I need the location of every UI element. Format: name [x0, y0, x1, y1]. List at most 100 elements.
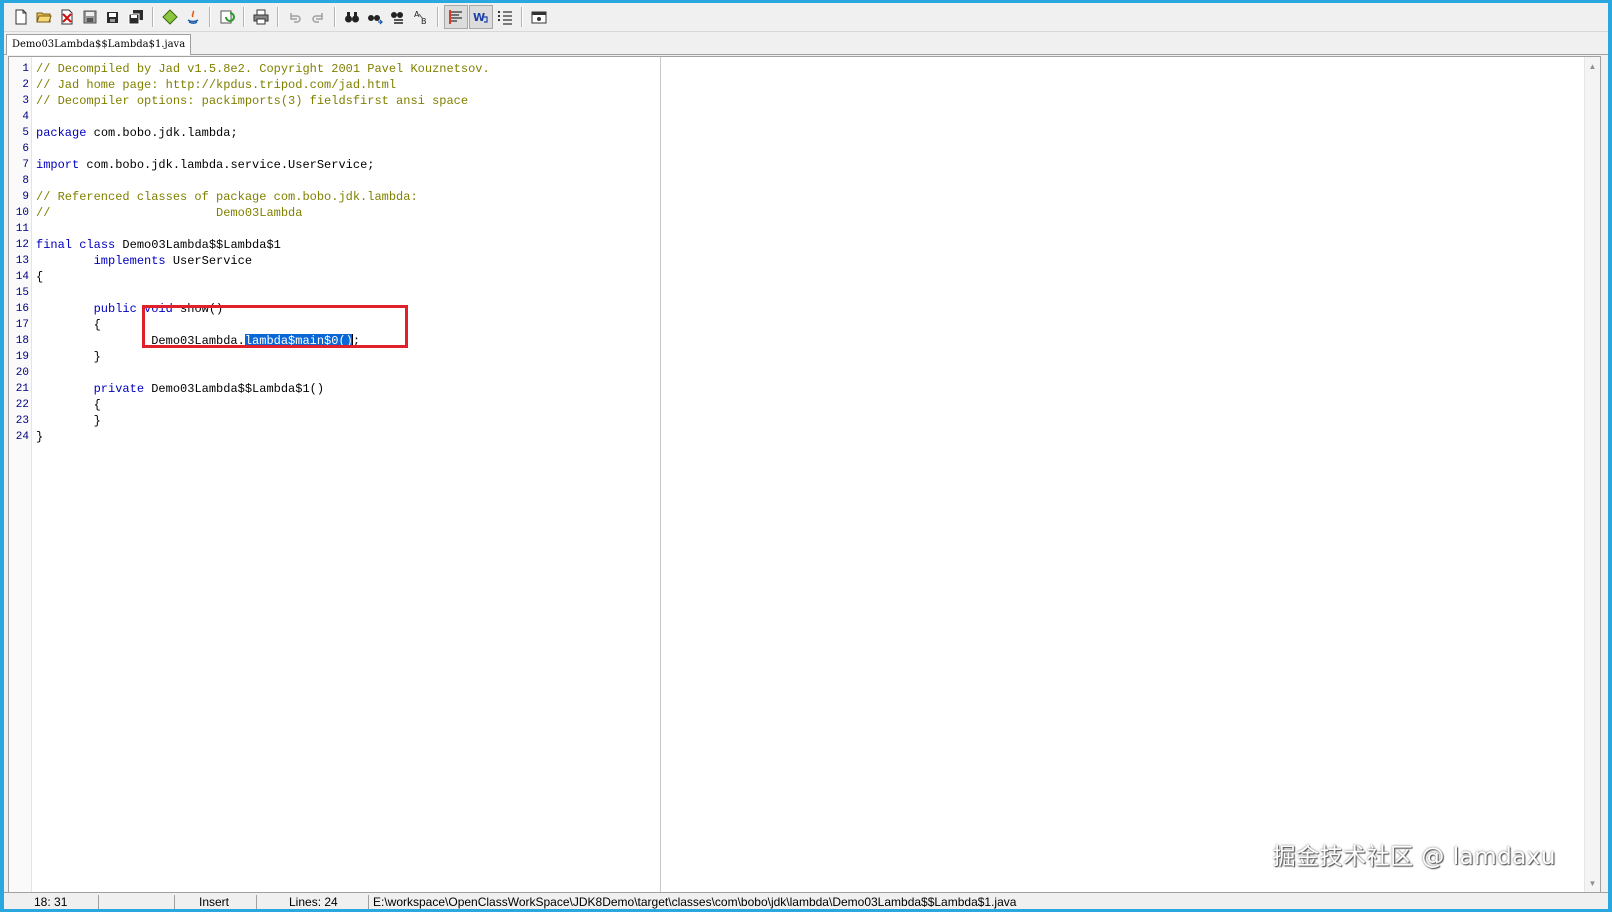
code-text: final class Demo03Lambda$$Lambda$1 [36, 237, 281, 253]
code-text: // Demo03Lambda [36, 205, 302, 221]
code-line[interactable]: 14 { [9, 269, 1600, 285]
line-number: 2 [22, 79, 29, 91]
find-icon[interactable] [341, 6, 363, 28]
code-text: implements UserService [36, 253, 252, 269]
status-mode: Insert [174, 895, 250, 909]
code-line[interactable]: 10 // Demo03Lambda [9, 205, 1600, 221]
status-blank [98, 895, 171, 909]
scroll-down-icon[interactable]: ▼ [1585, 876, 1600, 891]
redo-icon[interactable] [307, 6, 329, 28]
comment-token: // Decompiler options: packimports(3) fi… [36, 94, 469, 108]
comment-token: // Decompiled by Jad v1.5.8e2. Copyright… [36, 62, 490, 76]
format-icon[interactable] [444, 5, 468, 29]
line-number: 6 [22, 143, 29, 155]
toolbar-separator [209, 7, 211, 27]
code-token: } [36, 430, 44, 444]
vertical-scrollbar[interactable]: ▲ ▼ [1584, 57, 1600, 893]
undo-icon[interactable] [284, 6, 306, 28]
tab-file[interactable]: Demo03Lambda$$Lambda$1.java [6, 34, 192, 55]
toolbar-separator [277, 7, 279, 27]
code-text: import com.bobo.jdk.lambda.service.UserS… [36, 157, 374, 173]
code-line[interactable]: 15 [9, 285, 1600, 301]
line-number: 21 [15, 383, 29, 395]
keyword-token: final [36, 238, 73, 252]
code-area[interactable]: 1 // Decompiled by Jad v1.5.8e2. Copyrigh… [9, 61, 1600, 445]
find-next-icon[interactable] [364, 6, 386, 28]
goto-icon[interactable]: AB [410, 6, 432, 28]
keyword-token: public [93, 302, 137, 316]
code-token: com.bobo.jdk.lambda; [86, 126, 238, 140]
settings-icon[interactable] [528, 6, 550, 28]
status-cursor-position: 18: 31 [34, 895, 68, 909]
code-text: } [36, 349, 101, 365]
code-line[interactable]: 3 // Decompiler options: packimports(3) f… [9, 93, 1600, 109]
code-token: { [36, 270, 44, 284]
line-number: 13 [15, 255, 29, 267]
keyword-token: implements [93, 254, 166, 268]
editor-window: AB W Demo03Lambda$$Lambda$1.java 1 // Dec… [4, 3, 1608, 909]
close-file-icon[interactable] [56, 6, 78, 28]
refresh-icon[interactable] [216, 6, 238, 28]
toolbar-separator [334, 7, 336, 27]
code-line[interactable]: 23 } [9, 413, 1600, 429]
line-number: 24 [15, 431, 29, 443]
code-text: // Decompiler options: packimports(3) fi… [36, 93, 468, 109]
keyword-token: class [79, 238, 116, 252]
code-line[interactable]: 24} [9, 429, 1600, 445]
comment-token: // Demo03Lambda [36, 206, 303, 220]
decompile-icon[interactable] [159, 6, 181, 28]
code-line[interactable]: 8 [9, 173, 1600, 189]
code-line[interactable]: 13 implements UserService [9, 253, 1600, 269]
replace-icon[interactable] [387, 6, 409, 28]
line-number: 19 [15, 351, 29, 363]
code-text: package com.bobo.jdk.lambda; [36, 125, 238, 141]
code-line[interactable]: 7 import com.bobo.jdk.lambda.service.User… [9, 157, 1600, 173]
code-line[interactable]: 2 // Jad home page: http://kpdus.tripod.c… [9, 77, 1600, 93]
code-line[interactable]: 22 { [9, 397, 1600, 413]
code-line[interactable]: 19 } [9, 349, 1600, 365]
toolbar-separator [521, 7, 523, 27]
code-line[interactable]: 5 package com.bobo.jdk.lambda; [9, 125, 1600, 141]
code-text: { [36, 317, 101, 333]
code-line[interactable]: 12 final class Demo03Lambda$$Lambda$1 [9, 237, 1600, 253]
line-number: 4 [22, 111, 29, 123]
code-token: Demo03Lambda$$Lambda$1 [115, 238, 281, 252]
highlight-annotation-box [142, 305, 408, 348]
code-text: } [36, 429, 43, 445]
line-number: 3 [22, 95, 29, 107]
code-line[interactable]: 20 [9, 365, 1600, 381]
keyword-token: package [36, 126, 87, 140]
line-number: 11 [15, 223, 29, 235]
save-as-icon[interactable] [102, 6, 124, 28]
code-line[interactable]: 6 [9, 141, 1600, 157]
keyword-token: import [36, 158, 80, 172]
code-editor[interactable]: 1 // Decompiled by Jad v1.5.8e2. Copyrigh… [8, 56, 1601, 894]
new-file-icon[interactable] [10, 6, 32, 28]
line-number: 20 [15, 367, 29, 379]
save-all-icon[interactable] [125, 6, 147, 28]
scroll-up-icon[interactable]: ▲ [1585, 59, 1600, 74]
toolbar-separator [243, 7, 245, 27]
code-line[interactable]: 4 [9, 109, 1600, 125]
line-number: 7 [22, 159, 29, 171]
print-icon[interactable] [250, 6, 272, 28]
code-line[interactable]: 1 // Decompiled by Jad v1.5.8e2. Copyrigh… [9, 61, 1600, 77]
code-line[interactable]: 9 // Referenced classes of package com.bo… [9, 189, 1600, 205]
code-line[interactable]: 21 private Demo03Lambda$$Lambda$1() [9, 381, 1600, 397]
status-file-path: E:\workspace\OpenClassWorkSpace\JDK8Demo… [368, 895, 1593, 909]
save-icon[interactable] [79, 6, 101, 28]
svg-text:W: W [473, 11, 485, 24]
word-wrap-icon[interactable]: W [469, 5, 493, 29]
java-icon[interactable] [182, 6, 204, 28]
open-folder-icon[interactable] [33, 6, 55, 28]
line-numbers-icon[interactable] [494, 6, 516, 28]
code-token: { [36, 398, 101, 412]
line-number: 16 [15, 303, 29, 315]
code-line[interactable]: 11 [9, 221, 1600, 237]
code-token: } [36, 350, 101, 364]
status-bar: 18: 31 Insert Lines: 24 E:\workspace\Ope… [4, 892, 1608, 909]
code-text: // Jad home page: http://kpdus.tripod.co… [36, 77, 396, 93]
toolbar-separator [152, 7, 154, 27]
